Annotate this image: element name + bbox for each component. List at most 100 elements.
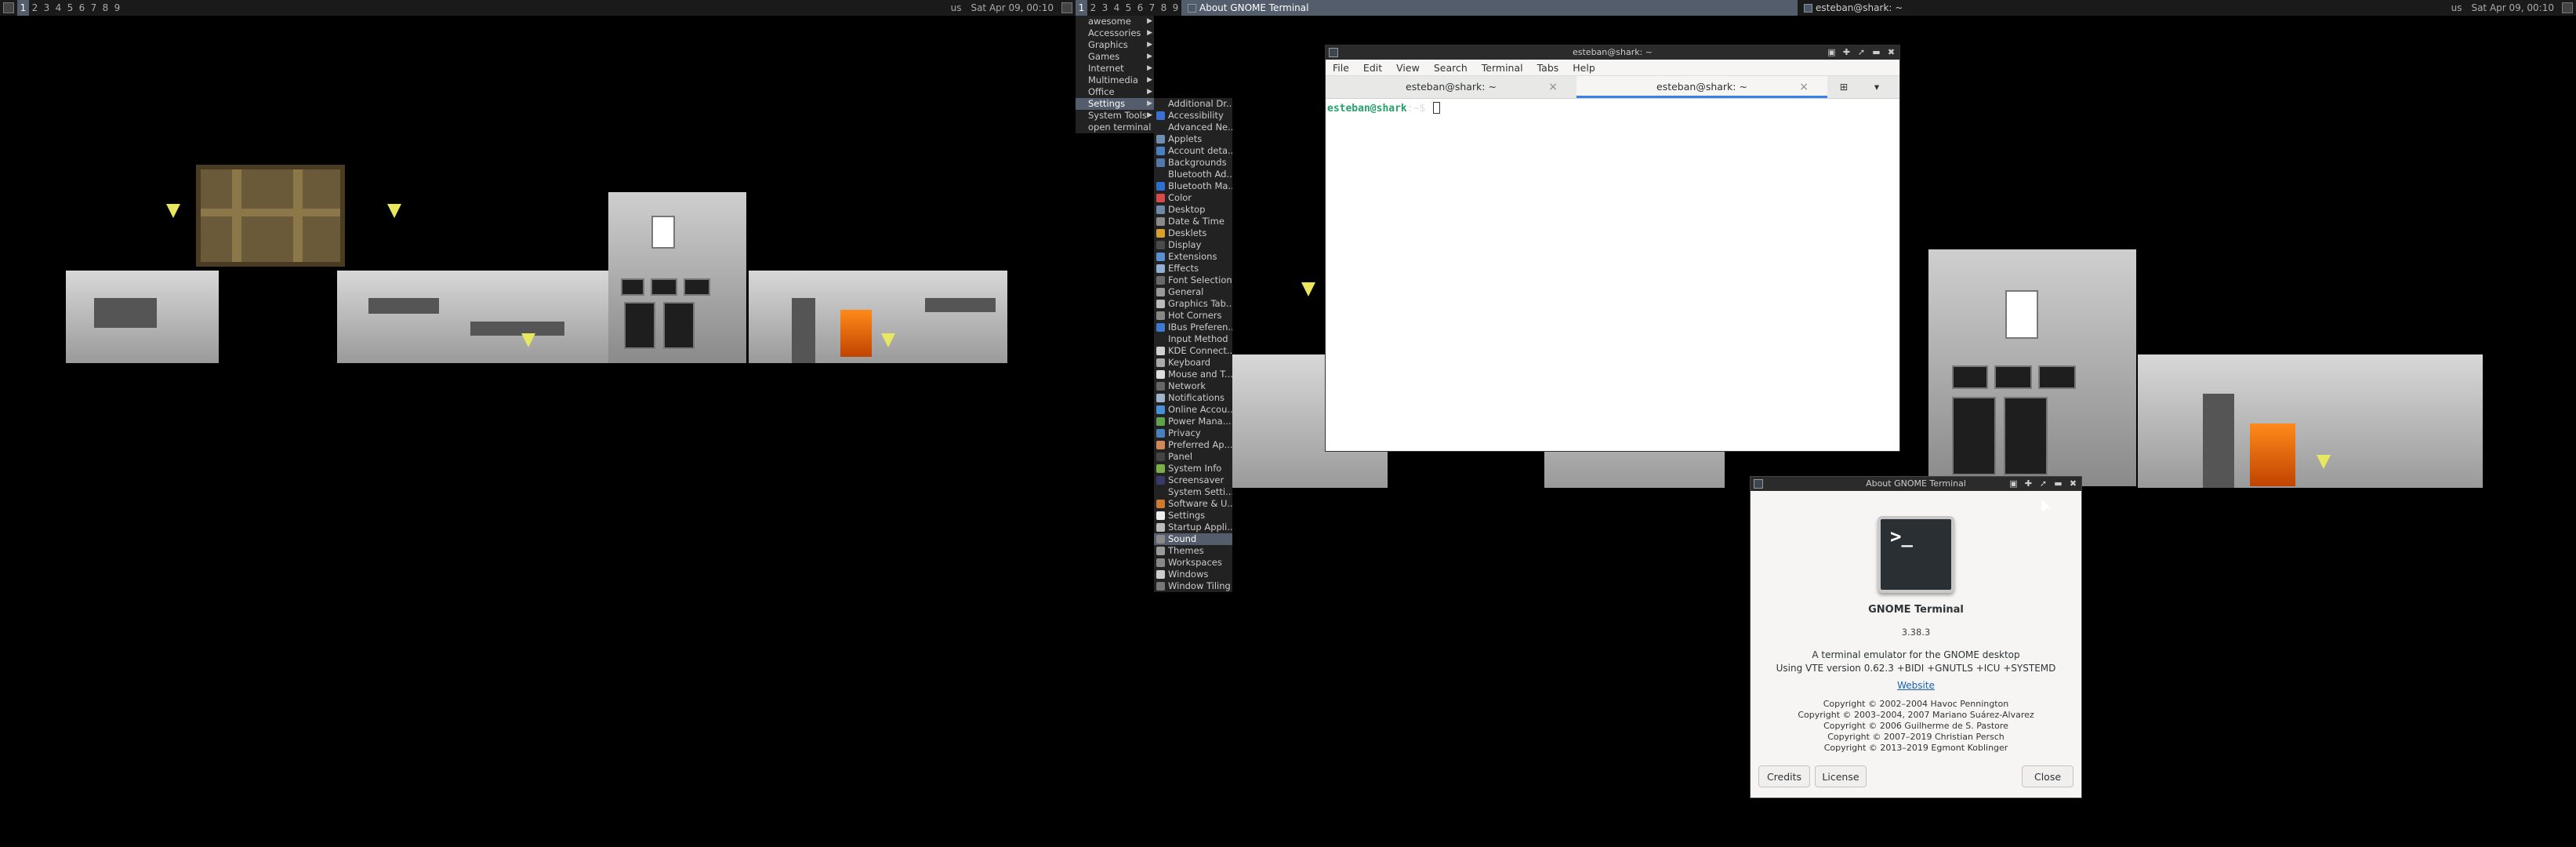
about-titlebar[interactable]: About GNOME Terminal ▣ ✚ ➚ ▬ ✖ bbox=[1751, 477, 2081, 491]
main-menu-item[interactable]: open terminal bbox=[1076, 122, 1154, 133]
tag-9[interactable]: 9 bbox=[111, 0, 123, 16]
tag-3[interactable]: 3 bbox=[41, 0, 53, 16]
menu-search[interactable]: Search bbox=[1427, 62, 1475, 74]
sticky-icon[interactable]: ✚ bbox=[2023, 478, 2034, 489]
floating-icon[interactable]: ▣ bbox=[2008, 478, 2019, 489]
settings-menu-item[interactable]: Desklets bbox=[1154, 227, 1232, 239]
settings-menu-item[interactable]: Applets bbox=[1154, 133, 1232, 145]
settings-menu-item[interactable]: KDE Connect... bbox=[1154, 345, 1232, 357]
settings-menu-item[interactable]: Window Tiling bbox=[1154, 580, 1232, 592]
terminal-titlebar[interactable]: esteban@shark: ~ ▣ ✚ ➚ ▬ ✖ bbox=[1326, 45, 1899, 60]
tab-close-icon[interactable]: × bbox=[1799, 76, 1809, 98]
tag-5[interactable]: 5 bbox=[64, 0, 76, 16]
settings-menu-item[interactable]: Account deta... bbox=[1154, 145, 1232, 157]
settings-menu-item[interactable]: Settings bbox=[1154, 510, 1232, 522]
settings-menu-item[interactable]: System Info bbox=[1154, 463, 1232, 474]
task-about-terminal[interactable]: About GNOME Terminal bbox=[1181, 0, 1798, 16]
settings-menu-item[interactable]: Bluetooth Ad... bbox=[1154, 169, 1232, 180]
clock[interactable]: Sat Apr 09, 00:10 bbox=[2466, 0, 2559, 16]
keyboard-layout[interactable]: us bbox=[2447, 0, 2467, 16]
main-menu-item[interactable]: Settings ▶ bbox=[1076, 98, 1154, 110]
close-button[interactable]: Close bbox=[2022, 765, 2073, 787]
settings-menu-item[interactable]: Screensaver bbox=[1154, 474, 1232, 486]
main-menu-item[interactable]: Graphics ▶ bbox=[1076, 39, 1154, 51]
terminal-tab[interactable]: esteban@shark: ~ × bbox=[1326, 76, 1576, 98]
clock[interactable]: Sat Apr 09, 00:10 bbox=[966, 0, 1058, 16]
terminal-tab-active[interactable]: esteban@shark: ~ × bbox=[1576, 76, 1827, 98]
tab-close-icon[interactable]: × bbox=[1548, 76, 1558, 98]
layout-icon[interactable] bbox=[2562, 2, 2573, 13]
settings-menu-item[interactable]: Date & Time bbox=[1154, 216, 1232, 227]
settings-menu-item[interactable]: Panel bbox=[1154, 451, 1232, 463]
menu-view[interactable]: View bbox=[1389, 62, 1427, 74]
new-tab-icon[interactable]: ⊞ bbox=[1827, 76, 1860, 98]
tag-6[interactable]: 6 bbox=[76, 0, 88, 16]
settings-menu-item[interactable]: Online Accou... bbox=[1154, 404, 1232, 416]
main-menu-item[interactable]: awesome ▶ bbox=[1076, 16, 1154, 27]
settings-menu-item[interactable]: Windows bbox=[1154, 569, 1232, 580]
tag-4[interactable]: 4 bbox=[1111, 0, 1123, 16]
settings-menu-item[interactable]: System Setti... bbox=[1154, 486, 1232, 498]
close-icon[interactable]: ✖ bbox=[2068, 478, 2078, 489]
settings-menu-item[interactable]: Hot Corners bbox=[1154, 310, 1232, 322]
menu-file[interactable]: File bbox=[1326, 62, 1356, 74]
terminal-content[interactable]: esteban@shark:~$ bbox=[1326, 99, 1899, 431]
settings-menu-item[interactable]: Workspaces bbox=[1154, 557, 1232, 569]
tag-8[interactable]: 8 bbox=[1158, 0, 1170, 16]
main-menu-item[interactable]: System Tools ▶ bbox=[1076, 110, 1154, 122]
license-button[interactable]: License bbox=[1815, 765, 1867, 787]
main-menu-item[interactable]: Multimedia ▶ bbox=[1076, 75, 1154, 86]
tag-6[interactable]: 6 bbox=[1134, 0, 1146, 16]
settings-menu-item[interactable]: Extensions bbox=[1154, 251, 1232, 263]
settings-menu-item[interactable]: Network bbox=[1154, 380, 1232, 392]
tag-1[interactable]: 1 bbox=[17, 0, 29, 16]
settings-menu-item[interactable]: Display bbox=[1154, 239, 1232, 251]
settings-menu-item[interactable]: Software & U... bbox=[1154, 498, 1232, 510]
task-terminal[interactable]: esteban@shark: ~ bbox=[1798, 0, 2447, 16]
settings-menu-item[interactable]: Privacy bbox=[1154, 427, 1232, 439]
tag-5[interactable]: 5 bbox=[1123, 0, 1134, 16]
ontop-icon[interactable]: ➚ bbox=[2038, 478, 2048, 489]
tag-8[interactable]: 8 bbox=[100, 0, 111, 16]
tag-9[interactable]: 9 bbox=[1170, 0, 1181, 16]
settings-menu-item[interactable]: Power Mana... bbox=[1154, 416, 1232, 427]
settings-menu-item[interactable]: Startup Appli... bbox=[1154, 522, 1232, 533]
tag-1[interactable]: 1 bbox=[1076, 0, 1087, 16]
main-menu-item[interactable]: Games ▶ bbox=[1076, 51, 1154, 63]
settings-menu-item[interactable]: Font Selection bbox=[1154, 274, 1232, 286]
settings-menu-item[interactable]: Mouse and T... bbox=[1154, 369, 1232, 380]
close-icon[interactable]: ✖ bbox=[1886, 47, 1896, 57]
settings-menu-item[interactable]: Backgrounds bbox=[1154, 157, 1232, 169]
credits-button[interactable]: Credits bbox=[1758, 765, 1810, 787]
ontop-icon[interactable]: ➚ bbox=[1856, 47, 1867, 57]
settings-menu-item[interactable]: General bbox=[1154, 286, 1232, 298]
settings-menu-item[interactable]: Preferred Ap... bbox=[1154, 439, 1232, 451]
main-menu-item[interactable]: Office ▶ bbox=[1076, 86, 1154, 98]
main-menu-item[interactable]: Internet ▶ bbox=[1076, 63, 1154, 75]
menu-terminal[interactable]: Terminal bbox=[1475, 62, 1530, 74]
settings-menu-item[interactable]: Notifications bbox=[1154, 392, 1232, 404]
settings-menu-item[interactable]: Accessibility bbox=[1154, 110, 1232, 122]
menu-edit[interactable]: Edit bbox=[1356, 62, 1389, 74]
tag-4[interactable]: 4 bbox=[53, 0, 64, 16]
settings-menu-item[interactable]: Color bbox=[1154, 192, 1232, 204]
launcher-icon[interactable] bbox=[3, 2, 14, 13]
sticky-icon[interactable]: ✚ bbox=[1841, 47, 1852, 57]
maximize-icon[interactable]: ▬ bbox=[2053, 478, 2063, 489]
tab-menu-chevron-icon[interactable]: ▾ bbox=[1860, 76, 1893, 98]
tag-3[interactable]: 3 bbox=[1099, 0, 1111, 16]
settings-menu-item[interactable]: Graphics Tab... bbox=[1154, 298, 1232, 310]
floating-icon[interactable]: ▣ bbox=[1827, 47, 1837, 57]
settings-menu-item[interactable]: Desktop bbox=[1154, 204, 1232, 216]
settings-menu-item[interactable]: Keyboard bbox=[1154, 357, 1232, 369]
settings-menu-item[interactable]: Themes bbox=[1154, 545, 1232, 557]
maximize-icon[interactable]: ▬ bbox=[1871, 47, 1881, 57]
settings-menu-item[interactable]: Input Method bbox=[1154, 333, 1232, 345]
main-menu-item[interactable]: Accessories ▶ bbox=[1076, 27, 1154, 39]
tag-2[interactable]: 2 bbox=[1087, 0, 1099, 16]
keyboard-layout[interactable]: us bbox=[946, 0, 967, 16]
settings-menu-item[interactable]: Effects bbox=[1154, 263, 1232, 274]
settings-menu-item[interactable]: Additional Dr... bbox=[1154, 98, 1232, 110]
tag-7[interactable]: 7 bbox=[1146, 0, 1158, 16]
settings-menu-item[interactable]: Sound bbox=[1154, 533, 1232, 545]
